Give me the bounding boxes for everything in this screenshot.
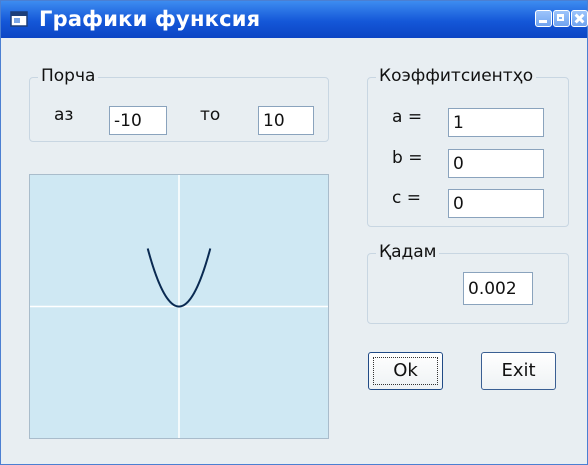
step-input[interactable]: 0.002 bbox=[463, 272, 533, 305]
coefficients-group: Коэффитсиентҳо a = 1 b = 0 c = 0 bbox=[367, 66, 569, 227]
window-title: Графики функсия bbox=[39, 7, 261, 31]
range-legend: Порча bbox=[38, 66, 99, 86]
step-group: Қадам 0.002 bbox=[367, 242, 569, 324]
to-label: то bbox=[200, 105, 221, 125]
c-label: c = bbox=[392, 188, 421, 208]
a-label: a = bbox=[392, 107, 423, 127]
ok-button[interactable]: Ok bbox=[368, 352, 443, 390]
range-group: Порча аз -10 то 10 bbox=[29, 66, 329, 142]
function-plot bbox=[29, 174, 329, 439]
plot-canvas bbox=[30, 175, 328, 438]
app-window-icon bbox=[10, 11, 28, 27]
a-input[interactable]: 1 bbox=[448, 108, 544, 137]
b-input[interactable]: 0 bbox=[448, 149, 544, 178]
app-window: Графики функсия Порча аз -10 то 10 Коэфф… bbox=[0, 0, 588, 465]
minimize-icon[interactable] bbox=[535, 10, 552, 27]
coefficients-legend: Коэффитсиентҳо bbox=[376, 66, 537, 86]
close-icon[interactable] bbox=[571, 10, 588, 27]
title-bar[interactable]: Графики функсия bbox=[1, 1, 588, 38]
c-input[interactable]: 0 bbox=[448, 189, 544, 218]
maximize-icon[interactable] bbox=[553, 10, 570, 27]
exit-button[interactable]: Exit bbox=[481, 352, 556, 390]
exit-button-label: Exit bbox=[501, 360, 536, 381]
from-input[interactable]: -10 bbox=[109, 106, 167, 135]
from-label: аз bbox=[54, 105, 74, 125]
focus-rectangle bbox=[373, 357, 438, 385]
b-label: b = bbox=[392, 148, 423, 168]
step-legend: Қадам bbox=[376, 242, 440, 262]
to-input[interactable]: 10 bbox=[258, 106, 314, 135]
